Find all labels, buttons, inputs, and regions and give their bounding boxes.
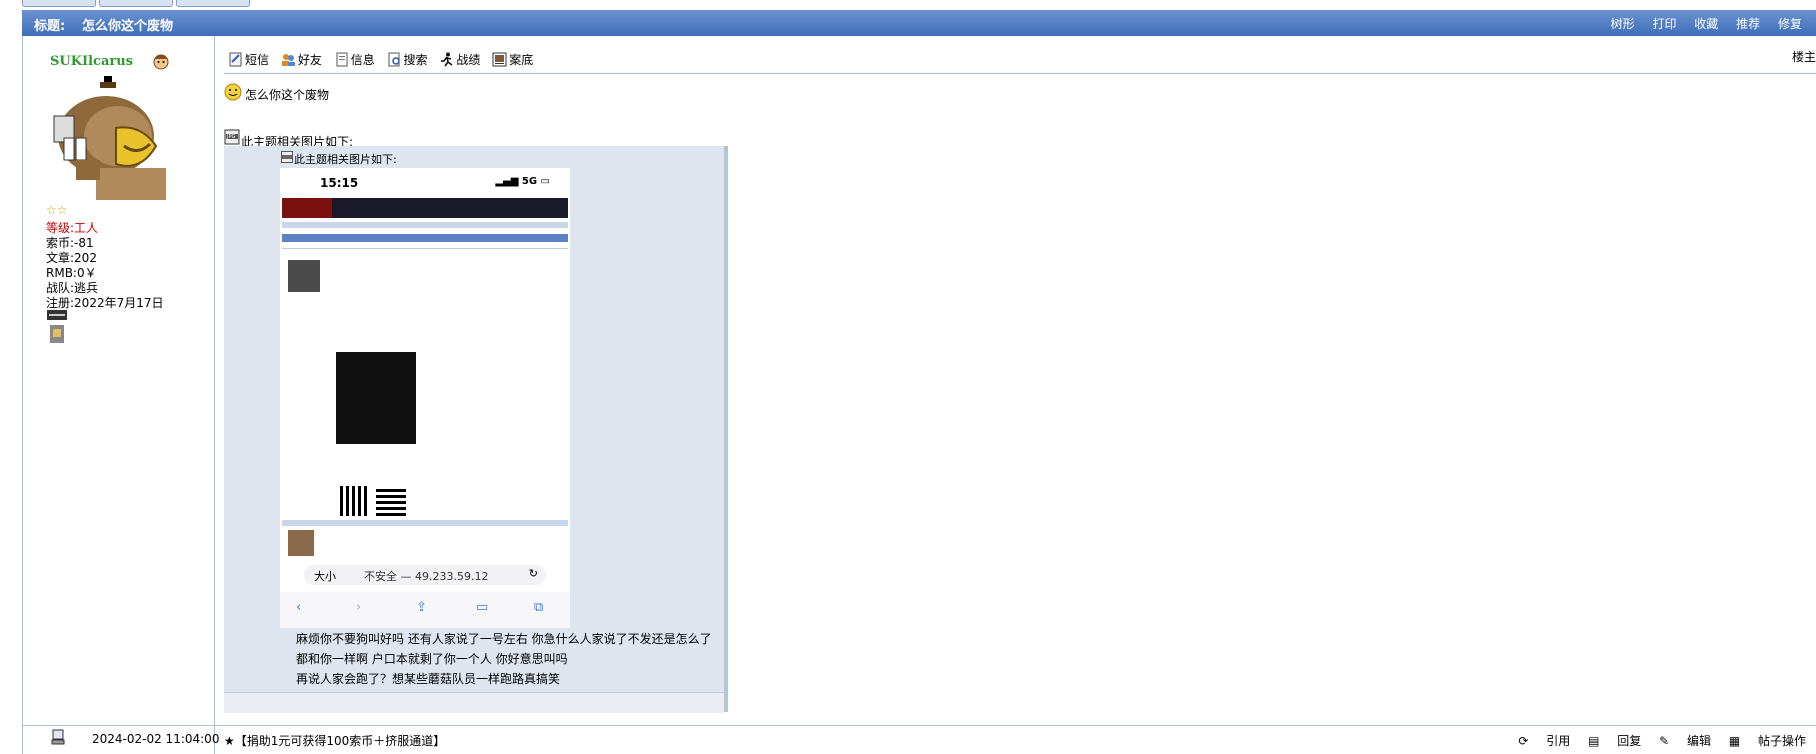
info-icon xyxy=(336,52,348,67)
toolbar-friend[interactable]: 好友 xyxy=(281,51,322,68)
title-label: 标题: xyxy=(34,19,66,34)
toolbar-record[interactable]: 战绩 xyxy=(439,51,480,68)
phone-text-size: 大小 xyxy=(314,570,336,583)
inner-image-icon xyxy=(281,151,293,163)
mock-reply-avatar xyxy=(288,530,314,556)
svg-text:JPG: JPG xyxy=(226,134,235,140)
topic-title-bar: 标题: 怎么你这个废物 树形 打印 收藏 推荐 修复 xyxy=(22,10,1816,36)
post-operation-button[interactable]: ▦ 帖子操作 xyxy=(1729,734,1806,748)
back-icon: ‹ xyxy=(296,600,302,615)
user-team: 战队:逃兵 xyxy=(46,281,99,295)
user-status-icon xyxy=(153,54,169,70)
share-icon: ⇪ xyxy=(416,600,427,615)
mock-forum-bar xyxy=(282,234,568,242)
tabs-icon: ⧉ xyxy=(534,600,544,615)
user-posts: 文章:202 xyxy=(46,251,97,265)
footer-divider xyxy=(22,725,1816,726)
reload-icon: ↻ xyxy=(528,567,538,580)
top-tab-2[interactable] xyxy=(99,0,173,7)
column-divider xyxy=(214,36,215,754)
embedded-footer-bar xyxy=(224,692,724,713)
phone-signal: ▂▄▆ 5G ▭ xyxy=(495,176,550,187)
reply-button[interactable]: ▤ 回复 xyxy=(1588,734,1641,748)
level-label: 等级: xyxy=(46,221,75,235)
avatar[interactable] xyxy=(46,76,170,200)
mock-video-thumb xyxy=(336,352,416,444)
smiley-icon xyxy=(224,83,242,101)
toolbar-message[interactable]: 短信 xyxy=(228,51,269,68)
top-tab-3[interactable] xyxy=(176,0,250,7)
badge-icon xyxy=(47,310,67,320)
medal-icon xyxy=(50,325,64,343)
user-level: 等级:工人 xyxy=(46,221,98,236)
frame-left xyxy=(22,36,23,754)
user-coins: 索币:-81 xyxy=(46,236,94,250)
chat-line-1: 麻烦你不要狗叫好吗 还有人家说了一号左右 你急什么人家说了不发还是怎么了 xyxy=(296,632,712,646)
computer-icon xyxy=(51,729,65,745)
print-link[interactable]: 打印 xyxy=(1652,17,1676,31)
mock-forum-banner xyxy=(282,198,332,218)
phone-url-bar: 大小 不安全 — 49.233.59.12 ↻ xyxy=(304,565,546,585)
image-file-icon: JPG xyxy=(224,129,240,145)
post-time: 2024-02-02 11:04:00 xyxy=(92,732,220,746)
favorite-link[interactable]: 收藏 xyxy=(1694,17,1718,31)
bookmarks-icon: ▭ xyxy=(476,600,489,615)
edit-button[interactable]: ✎ 编辑 xyxy=(1659,734,1711,748)
forward-icon: › xyxy=(356,600,362,615)
user-stars: ☆☆ xyxy=(46,203,68,217)
topic-subject: 怎么你这个废物 xyxy=(82,19,174,34)
post-title: 怎么你这个废物 xyxy=(245,88,330,102)
topic-tools: 树形 打印 收藏 推荐 修复 xyxy=(1611,15,1816,32)
inner-image-caption: 此主题相关图片如下: xyxy=(294,153,397,166)
top-tab-1[interactable] xyxy=(22,0,96,7)
mock-forum-nav xyxy=(282,222,568,228)
username[interactable]: SUKIlcarus xyxy=(50,54,133,69)
tree-view-link[interactable]: 树形 xyxy=(1611,17,1635,31)
toolbar-underline xyxy=(224,73,1816,74)
phone-url: 不安全 — 49.233.59.12 xyxy=(364,570,489,583)
repair-link[interactable]: 修复 xyxy=(1778,17,1802,31)
level-value: 工人 xyxy=(74,221,99,235)
toolbar-search[interactable]: 搜索 xyxy=(387,51,428,68)
recommend-link[interactable]: 推荐 xyxy=(1736,17,1760,31)
phone-screenshot: 15:15 ▂▄▆ 5G ▭ 大小 不安全 — 49.233.59.12 ↻ ‹… xyxy=(280,168,570,628)
user-rmb: RMB:0￥ xyxy=(46,266,97,280)
mock-user-photo xyxy=(288,260,320,292)
promo-link[interactable]: ★【捐助1元可获得100索币＋挤服通道】 xyxy=(224,732,445,749)
toolbar-case[interactable]: 案底 xyxy=(492,51,533,68)
chat-line-2: 都和你一样啊 户口本就剩了你一个人 你好意思叫吗 xyxy=(296,652,568,666)
user-register-date: 注册:2022年7月17日 xyxy=(46,296,164,310)
quote-button[interactable]: ⟳ 引用 xyxy=(1518,734,1570,748)
mock-reply-bar xyxy=(282,520,568,526)
friends-icon xyxy=(281,54,295,66)
floor-label: 楼主 xyxy=(1791,50,1816,64)
mock-qr-code-1 xyxy=(340,486,370,516)
search-icon xyxy=(388,52,400,67)
mock-forum-post xyxy=(282,248,568,489)
mock-qr-code-2 xyxy=(376,486,406,516)
message-icon xyxy=(229,52,242,67)
toolbar-info[interactable]: 信息 xyxy=(334,51,375,68)
case-icon xyxy=(492,52,507,67)
post-actions: ⟳ 引用 ▤ 回复 ✎ 编辑 ▦ 帖子操作 xyxy=(1504,732,1806,749)
phone-time: 15:15 xyxy=(320,176,359,190)
chat-line-3: 再说人家会跑了？想某些蘑菇队员一样跑路真搞笑 xyxy=(296,672,561,686)
running-man-icon xyxy=(441,52,453,67)
phone-nav-bar: ‹ › ⇪ ▭ ⧉ xyxy=(280,592,570,628)
post-toolbar: 短信 好友 信息 搜索 战绩 案底 xyxy=(228,51,541,68)
